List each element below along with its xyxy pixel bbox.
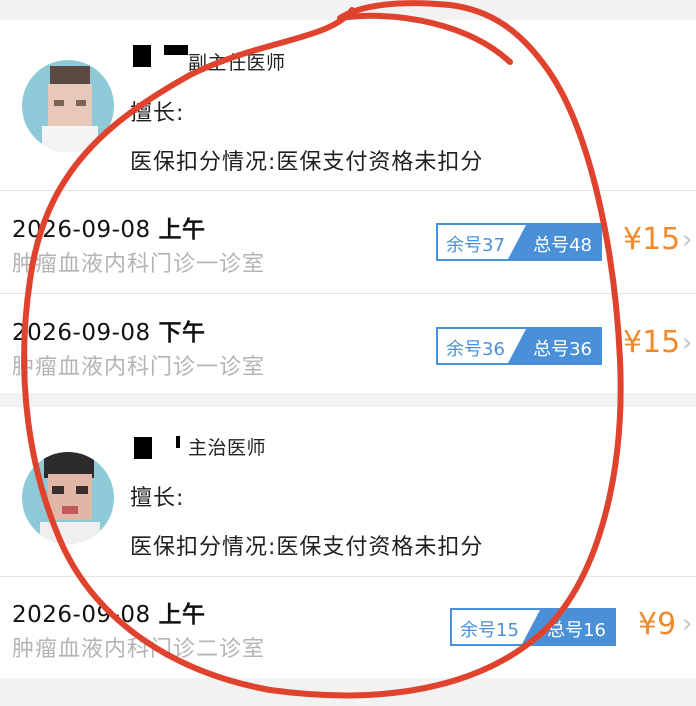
insurance-status: 医保扣分情况:医保支付资格未扣分 — [130, 150, 484, 175]
doctor-specialty: 擅长: — [130, 101, 185, 126]
slot-department: 肿瘤血液内科门诊一诊室 — [12, 252, 266, 277]
remaining-count: 余号15 — [460, 620, 519, 641]
price: ¥15 — [623, 325, 681, 360]
insurance-status: 医保扣分情况:医保支付资格未扣分 — [130, 535, 484, 560]
bottom-strip — [0, 678, 696, 706]
slot-period: 上午 — [158, 217, 206, 243]
chevron-right-icon: › — [682, 225, 693, 255]
top-strip — [0, 0, 696, 20]
remaining-count: 余号36 — [446, 339, 505, 360]
doctor-title: 主治医师 — [188, 437, 267, 459]
name-redaction — [134, 437, 152, 459]
doctor-title: 副主任医师 — [188, 52, 286, 74]
slot-period: 上午 — [158, 602, 206, 628]
slot-date: 2026-09-08 上午 — [12, 602, 206, 628]
total-count: 总号48 — [533, 235, 592, 256]
slot-department: 肿瘤血液内科门诊一诊室 — [12, 355, 266, 380]
quota-badge: 余号36 总号36 — [436, 327, 602, 365]
divider — [0, 576, 696, 577]
total-count: 总号16 — [547, 620, 606, 641]
slot-date: 2026-09-08 下午 — [12, 320, 206, 346]
quota-badge: 余号15 总号16 — [450, 608, 616, 646]
slot-period: 下午 — [158, 320, 206, 346]
remaining-count: 余号37 — [446, 235, 505, 256]
chevron-right-icon: › — [682, 609, 693, 639]
price: ¥9 — [638, 607, 677, 642]
quota-badge: 余号37 总号48 — [436, 223, 602, 261]
name-redaction — [133, 45, 151, 67]
total-count: 总号36 — [533, 339, 592, 360]
doctor-avatar — [22, 60, 114, 152]
divider — [0, 190, 696, 191]
price: ¥15 — [623, 222, 681, 257]
doctor-specialty: 擅长: — [130, 486, 185, 511]
doctor-avatar — [22, 452, 114, 544]
divider — [0, 293, 696, 294]
name-redaction — [164, 45, 188, 55]
chevron-right-icon: › — [682, 328, 693, 358]
slot-department: 肿瘤血液内科门诊二诊室 — [12, 637, 266, 662]
name-redaction — [176, 436, 180, 448]
card-separator — [0, 393, 696, 407]
slot-date: 2026-09-08 上午 — [12, 217, 206, 243]
